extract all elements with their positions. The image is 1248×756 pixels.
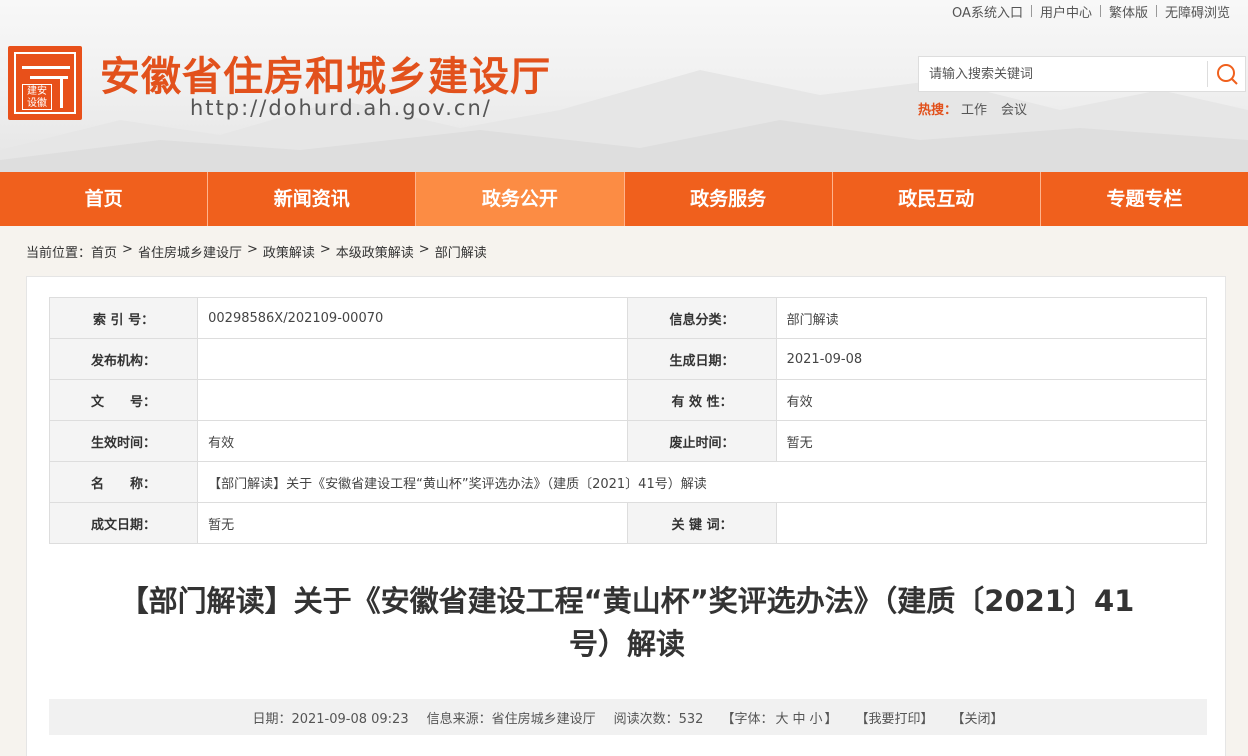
print-button[interactable]: 【我要打印】 bbox=[856, 708, 934, 727]
hot-search-label: 热搜： bbox=[918, 103, 958, 118]
table-row: 索 引 号： 00298586X/202109-00070 信息分类： 部门解读 bbox=[48, 297, 1208, 339]
view-count: 阅读次数：532 bbox=[613, 711, 704, 727]
index-value: 00298586X/202109-00070 bbox=[197, 297, 629, 339]
publisher-value bbox=[197, 338, 629, 380]
category-value: 部门解读 bbox=[775, 297, 1208, 339]
breadcrumb-separator: > bbox=[122, 242, 133, 257]
font-size-control: 【字体：大中小】 bbox=[721, 708, 837, 727]
created-date-value: 2021-09-08 bbox=[775, 338, 1208, 380]
breadcrumb-item[interactable]: 首页 bbox=[91, 242, 117, 261]
site-title: 安徽省住房和城乡建设厅 bbox=[100, 54, 551, 100]
logo-stroke bbox=[22, 66, 70, 69]
table-row: 成文日期： 暂无 关 键 词： bbox=[48, 502, 1208, 544]
hot-search-item[interactable]: 会议 bbox=[1001, 99, 1027, 118]
search-input[interactable] bbox=[919, 57, 1207, 91]
written-date-label: 成文日期： bbox=[48, 502, 199, 544]
search-button[interactable] bbox=[1211, 60, 1243, 88]
index-label: 索 引 号： bbox=[48, 297, 199, 339]
site-url: http://dohurd.ah.gov.cn/ bbox=[190, 96, 492, 120]
keywords-value bbox=[775, 502, 1208, 544]
article-title-line: 【部门解读】关于《安徽省建设工程“黄山杯”奖评选办法》（建质〔2021〕41 bbox=[119, 584, 1135, 618]
logo-seal: 建安设徽 bbox=[22, 84, 52, 110]
table-row: 发布机构： 生成日期： 2021-09-08 bbox=[48, 338, 1208, 380]
breadcrumb-item[interactable]: 省住房城乡建设厅 bbox=[138, 242, 242, 261]
breadcrumb-separator: > bbox=[246, 242, 258, 257]
keywords-label: 关 键 词： bbox=[627, 502, 777, 544]
breadcrumb-item[interactable]: 本级政策解读 bbox=[336, 242, 414, 261]
publish-date: 日期：2021-09-08 09:23 bbox=[252, 711, 409, 727]
written-date-value: 暂无 bbox=[197, 502, 629, 544]
divider bbox=[1207, 61, 1208, 87]
hot-search: 热搜： 工作 会议 bbox=[918, 99, 1037, 118]
breadcrumb-prefix: 当前位置： bbox=[26, 246, 92, 261]
breadcrumb-item[interactable]: 政策解读 bbox=[263, 242, 315, 261]
abolish-time-value: 暂无 bbox=[775, 420, 1208, 462]
breadcrumb-item[interactable]: 部门解读 bbox=[435, 242, 487, 261]
accessibility-link[interactable]: 无障碍浏览 bbox=[1157, 2, 1238, 21]
document-number-label: 文 号： bbox=[48, 379, 199, 421]
search-box bbox=[918, 56, 1246, 92]
info-source: 信息来源：省住房城乡建设厅 bbox=[426, 711, 596, 727]
publisher-label: 发布机构： bbox=[48, 338, 199, 380]
font-size-suffix: 】 bbox=[824, 711, 838, 727]
site-logo[interactable]: 建安设徽 bbox=[8, 46, 82, 120]
name-value: 【部门解读】关于《安徽省建设工程“黄山杯”奖评选办法》（建质〔2021〕41号）… bbox=[197, 461, 1207, 503]
logo-stroke bbox=[60, 76, 63, 108]
font-small-button[interactable]: 小 bbox=[809, 712, 822, 727]
name-label: 名 称： bbox=[48, 461, 199, 503]
article-title: 【部门解读】关于《安徽省建设工程“黄山杯”奖评选办法》（建质〔2021〕41 号… bbox=[79, 580, 1175, 666]
site-header: OA系统入口 用户中心 繁体版 无障碍浏览 建安设徽 安徽省住房和城乡建设厅 h… bbox=[0, 0, 1248, 172]
nav-home[interactable]: 首页 bbox=[0, 172, 209, 226]
logo-frame: 建安设徽 bbox=[14, 52, 76, 114]
nav-topics[interactable]: 专题专栏 bbox=[1041, 172, 1248, 226]
category-label: 信息分类： bbox=[627, 297, 777, 339]
nav-news[interactable]: 新闻资讯 bbox=[208, 172, 417, 226]
validity-value: 有效 bbox=[775, 379, 1208, 421]
breadcrumb: 当前位置： 首页 > 省住房城乡建设厅 > 政策解读 > 本级政策解读 > 部门… bbox=[26, 242, 487, 261]
close-button[interactable]: 【关闭】 bbox=[952, 708, 1004, 727]
nav-interaction[interactable]: 政民互动 bbox=[833, 172, 1041, 226]
table-row: 生效时间： 有效 废止时间： 暂无 bbox=[48, 420, 1208, 462]
table-row: 名 称： 【部门解读】关于《安徽省建设工程“黄山杯”奖评选办法》（建质〔2021… bbox=[48, 461, 1207, 503]
nav-services[interactable]: 政务服务 bbox=[625, 172, 833, 226]
search-icon bbox=[1217, 64, 1238, 85]
font-size-prefix: 【字体： bbox=[721, 711, 774, 727]
validity-label: 有 效 性： bbox=[627, 379, 777, 421]
article-title-line: 号）解读 bbox=[568, 627, 685, 661]
nav-government-affairs[interactable]: 政务公开 bbox=[416, 172, 625, 226]
oa-link[interactable]: OA系统入口 bbox=[944, 2, 1031, 21]
effective-time-value: 有效 bbox=[197, 420, 629, 462]
font-large-button[interactable]: 大 bbox=[775, 712, 788, 727]
abolish-time-label: 废止时间： bbox=[627, 420, 777, 462]
font-medium-button[interactable]: 中 bbox=[792, 712, 805, 727]
content-panel: 索 引 号： 00298586X/202109-00070 信息分类： 部门解读… bbox=[26, 276, 1226, 756]
document-number-value bbox=[197, 379, 629, 421]
article-meta-bar: 日期：2021-09-08 09:23 信息来源：省住房城乡建设厅 阅读次数：5… bbox=[49, 699, 1207, 735]
top-links: OA系统入口 用户中心 繁体版 无障碍浏览 bbox=[944, 2, 1238, 21]
breadcrumb-separator: > bbox=[319, 242, 331, 257]
created-date-label: 生成日期： bbox=[627, 338, 777, 380]
effective-time-label: 生效时间： bbox=[48, 420, 199, 462]
breadcrumb-separator: > bbox=[418, 242, 430, 257]
table-row: 文 号： 有 效 性： 有效 bbox=[48, 379, 1208, 421]
info-table: 索 引 号： 00298586X/202109-00070 信息分类： 部门解读… bbox=[48, 297, 1208, 544]
user-center-link[interactable]: 用户中心 bbox=[1032, 2, 1100, 21]
traditional-chinese-link[interactable]: 繁体版 bbox=[1101, 2, 1156, 21]
main-nav: 首页 新闻资讯 政务公开 政务服务 政民互动 专题专栏 bbox=[0, 172, 1248, 226]
hot-search-item[interactable]: 工作 bbox=[961, 99, 987, 118]
